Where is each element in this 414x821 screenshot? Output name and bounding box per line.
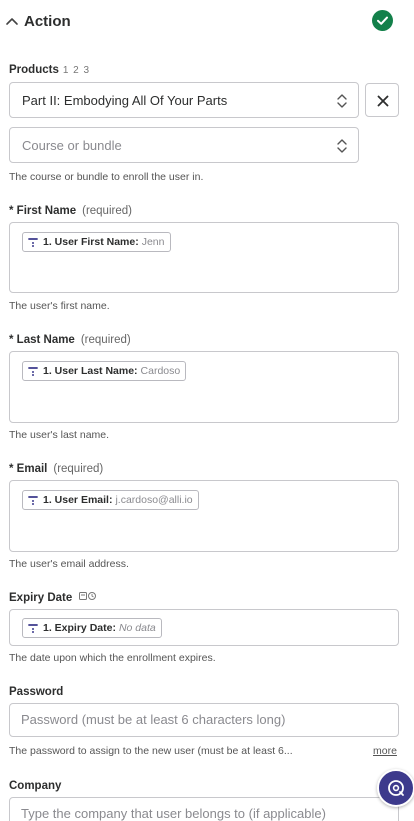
products-label: Products 1 2 3 [9, 64, 90, 76]
close-icon [377, 95, 389, 107]
token-value: j.cardoso@alli.io [115, 494, 193, 506]
products-steps: 1 2 3 [62, 65, 91, 76]
password-label-text: Password [9, 686, 64, 698]
section-title: Action [24, 13, 71, 30]
last-name-field[interactable]: 1. User Last Name: Cardoso [9, 351, 399, 423]
first-name-label: * First Name (required) [9, 205, 132, 217]
step-icon [28, 624, 38, 633]
check-circle-icon [372, 10, 393, 31]
email-label-text: * Email [9, 463, 48, 475]
token-value: Jenn [141, 236, 165, 248]
password-input[interactable] [21, 712, 381, 727]
required-tag: (required) [82, 205, 132, 217]
course-placeholder: Course or bundle [22, 138, 122, 153]
last-name-token[interactable]: 1. User Last Name: Cardoso [22, 361, 187, 381]
first-name-field[interactable]: 1. User First Name: Jenn [9, 222, 399, 293]
company-input[interactable] [21, 806, 381, 821]
expiry-date-label: Expiry Date [9, 592, 97, 604]
first-name-token[interactable]: 1. User First Name: Jenn [22, 232, 171, 252]
chevron-up-down-icon [337, 94, 347, 108]
help-chat-button[interactable] [377, 769, 414, 807]
email-label: * Email (required) [9, 463, 103, 475]
course-select[interactable]: Course or bundle [9, 127, 359, 163]
last-name-label: * Last Name (required) [9, 334, 131, 346]
token-key: 1. User Email: [43, 494, 113, 506]
action-header[interactable]: Action [0, 0, 414, 44]
token-key: 1. User Last Name: [43, 365, 138, 377]
required-tag: (required) [53, 463, 104, 475]
password-help: The password to assign to the new user (… [9, 745, 293, 757]
chevron-up-icon[interactable] [4, 14, 20, 30]
company-field[interactable] [9, 797, 399, 821]
remove-product-button[interactable] [365, 83, 399, 117]
company-label-text: Company [9, 780, 62, 792]
first-name-help: The user's first name. [9, 300, 110, 312]
password-field[interactable] [9, 703, 399, 737]
products-selected-value: Part II: Embodying All Of Your Parts [22, 93, 228, 108]
token-key: 1. Expiry Date: [43, 622, 116, 634]
required-tag: (required) [80, 334, 131, 346]
date-time-icon [79, 592, 97, 600]
action-panel: Action Products 1 2 3 Part II: Embodying … [0, 0, 414, 821]
token-value: Cardoso [140, 365, 181, 377]
more-link[interactable]: more [373, 745, 397, 757]
expiry-date-field[interactable]: 1. Expiry Date: No data [9, 609, 399, 646]
expiry-date-token[interactable]: 1. Expiry Date: No data [22, 618, 162, 638]
token-value: No data [118, 622, 156, 634]
expiry-label-text: Expiry Date [9, 592, 73, 604]
course-help: The course or bundle to enroll the user … [9, 171, 204, 183]
step-icon [28, 367, 38, 376]
chevron-up-down-icon [337, 139, 347, 153]
support-icon [388, 780, 404, 796]
step-icon [28, 496, 38, 505]
products-label-text: Products [9, 64, 59, 76]
email-field[interactable]: 1. User Email: j.cardoso@alli.io [9, 480, 399, 552]
first-name-label-text: * First Name [9, 205, 77, 217]
password-label: Password [9, 686, 63, 698]
last-name-label-text: * Last Name [9, 334, 75, 346]
products-select[interactable]: Part II: Embodying All Of Your Parts [9, 82, 359, 118]
company-label: Company [9, 780, 61, 792]
email-token[interactable]: 1. User Email: j.cardoso@alli.io [22, 490, 199, 510]
last-name-help: The user's last name. [9, 429, 110, 441]
email-help: The user's email address. [9, 558, 129, 570]
token-key: 1. User First Name: [43, 236, 139, 248]
step-icon [28, 238, 38, 247]
expiry-date-help: The date upon which the enrollment expir… [9, 652, 216, 664]
